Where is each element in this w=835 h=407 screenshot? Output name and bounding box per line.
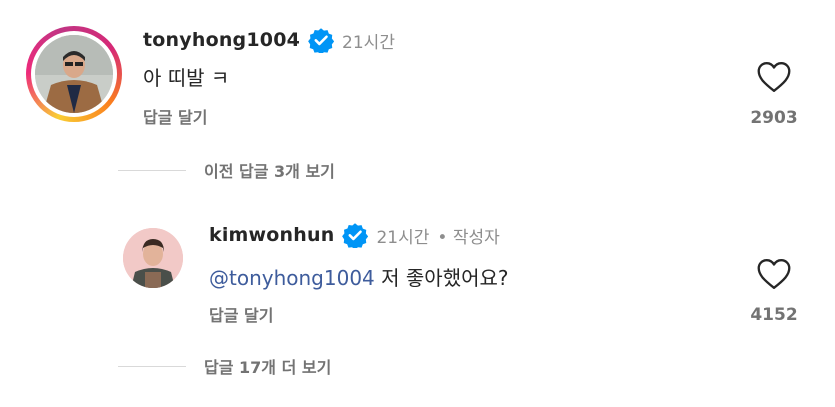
author-badge: • 작성자 — [437, 227, 500, 248]
comment-text: 아 띠발 ㅋ — [143, 66, 230, 90]
mention-link[interactable]: @tonyhong1004 — [209, 266, 375, 290]
comment-username[interactable]: kimwonhun — [209, 224, 334, 246]
like-count: 2903 — [750, 108, 798, 128]
view-previous-replies-label[interactable]: 이전 답글 3개 보기 — [204, 158, 335, 182]
reply-button[interactable]: 답글 달기 — [209, 302, 273, 326]
story-ring[interactable] — [26, 26, 122, 122]
comment-time: 21시간 — [376, 227, 430, 248]
view-more-replies-label[interactable]: 답글 17개 더 보기 — [204, 354, 331, 378]
view-previous-replies[interactable]: 이전 답글 3개 보기 — [118, 158, 335, 182]
like-count: 4152 — [750, 305, 798, 325]
avatar[interactable] — [35, 35, 113, 113]
comment-time: 21시간 — [342, 32, 395, 53]
verified-badge-icon — [308, 28, 335, 53]
avatar[interactable] — [123, 228, 183, 288]
verified-badge-icon — [342, 223, 369, 248]
heart-icon[interactable] — [756, 61, 792, 93]
divider-line — [118, 365, 186, 367]
reply-button[interactable]: 답글 달기 — [143, 104, 207, 128]
view-more-replies[interactable]: 답글 17개 더 보기 — [118, 354, 331, 378]
heart-icon[interactable] — [756, 258, 792, 290]
comment-username[interactable]: tonyhong1004 — [143, 29, 300, 51]
comment-text: 저 좋아했어요? — [381, 266, 509, 290]
divider-line — [118, 169, 186, 171]
